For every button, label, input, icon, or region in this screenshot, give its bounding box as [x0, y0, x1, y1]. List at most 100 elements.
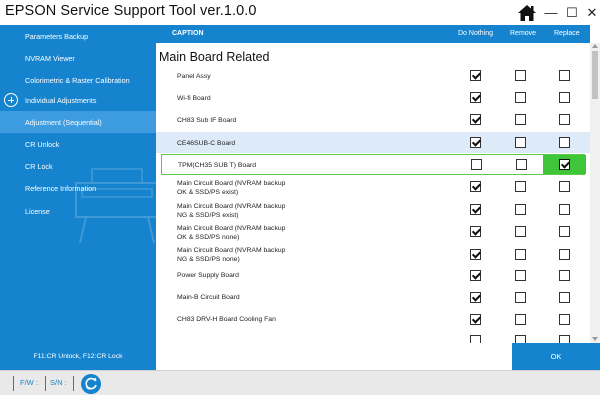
sidebar-item-label: License — [25, 206, 50, 216]
replace-checkbox[interactable] — [559, 270, 570, 281]
vertical-scrollbar[interactable] — [590, 43, 600, 343]
remove-checkbox[interactable] — [515, 226, 526, 237]
home-icon — [518, 4, 536, 21]
remove-checkbox[interactable] — [515, 114, 526, 125]
sidebar-item-label: Parameters Backup — [25, 31, 89, 41]
do-nothing-checkbox[interactable] — [471, 159, 482, 170]
remove-checkbox[interactable] — [515, 292, 526, 303]
row-label-line1: Main Circuit Board (NVRAM backup — [177, 247, 286, 254]
app-title: EPSON Service Support Tool ver.1.0.0 — [5, 3, 257, 19]
table-row: Power Supply Board — [156, 267, 590, 285]
sidebar-item-label: Colorimetric & Raster Calibration — [25, 75, 130, 85]
status-separator — [13, 376, 14, 391]
table-row: Main-B Circuit Board — [156, 289, 590, 307]
replace-checkbox[interactable] — [559, 70, 570, 81]
home-button[interactable] — [514, 0, 540, 25]
shortcut-hint: F11:CR Unlock, F12:CR Lock — [33, 353, 123, 360]
replace-checkbox[interactable] — [559, 335, 570, 343]
sidebar: Parameters Backup NVRAM Viewer Colorimet… — [0, 25, 156, 370]
replace-cell-selected[interactable] — [543, 155, 586, 174]
remove-checkbox[interactable] — [515, 92, 526, 103]
remove-checkbox[interactable] — [515, 314, 526, 325]
scroll-up-arrow-icon[interactable] — [592, 44, 598, 48]
scroll-thumb[interactable] — [592, 51, 598, 99]
replace-checkbox[interactable] — [559, 314, 570, 325]
status-bar: F/W : S/N : — [0, 370, 600, 395]
replace-checkbox[interactable] — [559, 181, 570, 192]
sidebar-item-cr-unlock[interactable]: CR Unlock — [0, 133, 156, 155]
row-label: CE46SUB-C Board — [177, 140, 236, 147]
remove-checkbox[interactable] — [516, 159, 527, 170]
row-label-line1: Main Circuit Board (NVRAM backup — [177, 203, 286, 210]
sidebar-item-nvram-viewer[interactable]: NVRAM Viewer — [0, 47, 156, 69]
scroll-down-arrow-icon[interactable] — [592, 337, 598, 341]
do-nothing-checkbox[interactable] — [470, 137, 481, 148]
do-nothing-checkbox[interactable] — [470, 70, 481, 81]
refresh-button[interactable] — [81, 374, 101, 394]
row-label: Main Circuit Board (NVRAM backup OK & SS… — [177, 224, 285, 242]
close-button[interactable]: ✕ — [581, 0, 600, 25]
parts-list: Main Board Related Panel Assy Wi-fi Boar… — [156, 43, 590, 343]
ok-button[interactable]: OK — [512, 343, 600, 370]
row-label-line2: NG & SSD/PS none) — [177, 256, 240, 263]
replace-checkbox[interactable] — [559, 249, 570, 260]
replace-checkbox[interactable] — [559, 137, 570, 148]
remove-checkbox[interactable] — [515, 249, 526, 260]
remove-checkbox[interactable] — [515, 335, 526, 343]
table-header: CAPTION Do Nothing Remove Replace — [156, 25, 590, 43]
do-nothing-checkbox[interactable] — [470, 181, 481, 192]
remove-checkbox[interactable] — [515, 137, 526, 148]
row-label: CH83 Sub IF Board — [177, 117, 237, 124]
do-nothing-checkbox[interactable] — [470, 204, 481, 215]
sidebar-item-adjustment-sequential[interactable]: Adjustment (Sequential) — [0, 111, 156, 133]
table-row: Main Circuit Board (NVRAM backup OK & SS… — [156, 177, 590, 199]
do-nothing-checkbox[interactable] — [470, 114, 481, 125]
replace-checkbox[interactable] — [559, 226, 570, 237]
sidebar-item-reference-information[interactable]: Reference Information — [0, 177, 156, 199]
sidebar-item-label: Adjustment (Sequential) — [25, 117, 102, 127]
table-row-partial — [156, 335, 590, 343]
sidebar-item-label: CR Unlock — [25, 139, 60, 149]
remove-checkbox[interactable] — [515, 181, 526, 192]
remove-checkbox[interactable] — [515, 270, 526, 281]
row-label-line1: Main Circuit Board (NVRAM backup — [177, 180, 286, 187]
expand-plus-icon[interactable] — [4, 93, 18, 107]
remove-checkbox[interactable] — [515, 70, 526, 81]
minimize-button[interactable]: — — [540, 0, 562, 25]
replace-checkbox[interactable] — [559, 204, 570, 215]
sidebar-item-label: Individual Adjustments — [25, 95, 97, 105]
table-row: Wi-fi Board — [156, 89, 590, 107]
replace-checkbox[interactable] — [559, 159, 570, 170]
row-label-line1: Main Circuit Board (NVRAM backup — [177, 225, 286, 232]
do-nothing-checkbox[interactable] — [470, 226, 481, 237]
remove-checkbox[interactable] — [515, 204, 526, 215]
do-nothing-checkbox[interactable] — [470, 314, 481, 325]
header-caption: CAPTION — [172, 30, 204, 37]
sidebar-item-label: CR Lock — [25, 161, 53, 171]
row-label-line2: NG & SSD/PS exist) — [177, 212, 239, 219]
row-label: Main Circuit Board (NVRAM backup NG & SS… — [177, 246, 285, 264]
table-row: Main Circuit Board (NVRAM backup OK & SS… — [156, 222, 590, 244]
row-label: Power Supply Board — [177, 272, 239, 279]
sidebar-item-individual-adjustments[interactable]: Individual Adjustments — [0, 89, 156, 111]
sidebar-item-parameters-backup[interactable]: Parameters Backup — [0, 25, 156, 47]
replace-checkbox[interactable] — [559, 292, 570, 303]
title-bar: EPSON Service Support Tool ver.1.0.0 — ☐… — [0, 0, 600, 25]
sidebar-item-cr-lock[interactable]: CR Lock — [0, 155, 156, 177]
row-label: Main-B Circuit Board — [177, 294, 240, 301]
row-label: Main Circuit Board (NVRAM backup OK & SS… — [177, 179, 285, 197]
replace-checkbox[interactable] — [559, 92, 570, 103]
do-nothing-checkbox[interactable] — [470, 335, 481, 343]
table-row: CH83 DRV-H Board Cooling Fan — [156, 311, 590, 329]
do-nothing-checkbox[interactable] — [470, 292, 481, 303]
sidebar-item-colorimetric-raster-calibration[interactable]: Colorimetric & Raster Calibration — [0, 69, 156, 91]
replace-checkbox[interactable] — [559, 114, 570, 125]
do-nothing-checkbox[interactable] — [470, 92, 481, 103]
section-title: Main Board Related — [159, 50, 270, 64]
do-nothing-checkbox[interactable] — [470, 270, 481, 281]
sidebar-item-license[interactable]: License — [0, 200, 156, 222]
maximize-button[interactable]: ☐ — [561, 0, 583, 25]
table-row-selected: TPM(CH35 SUB T) Board — [161, 154, 586, 175]
do-nothing-checkbox[interactable] — [470, 249, 481, 260]
table-row-hovered: CE46SUB-C Board — [156, 132, 590, 153]
